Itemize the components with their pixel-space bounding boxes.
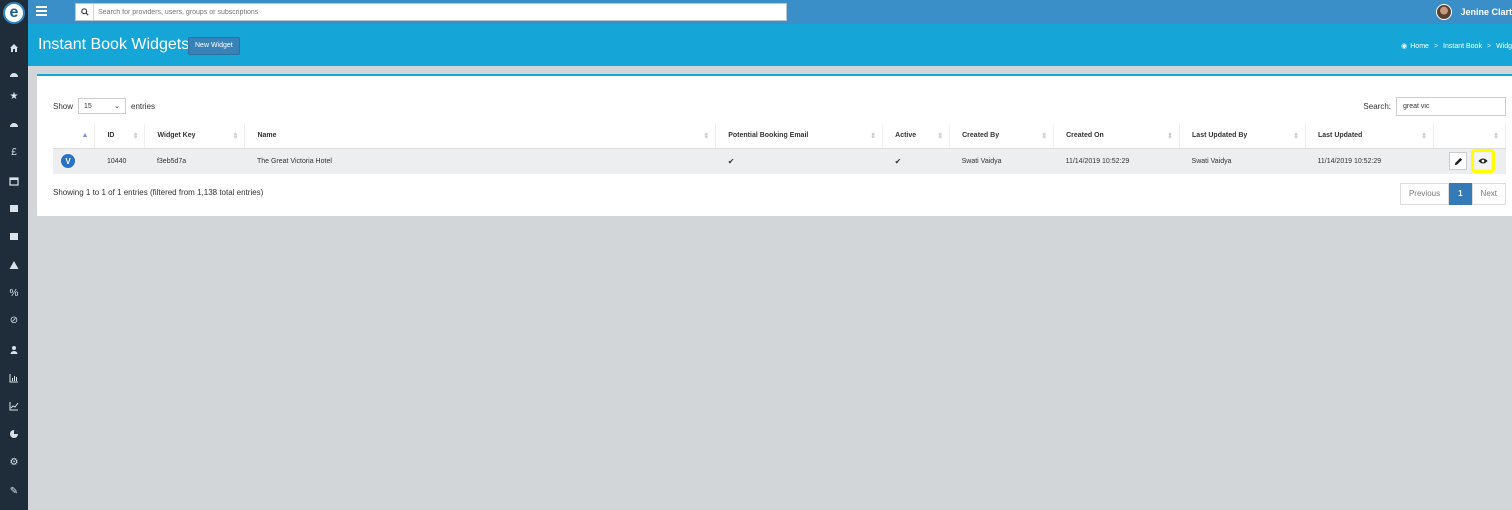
- column-header-expand[interactable]: ▲: [53, 124, 96, 149]
- cell-name: The Great Victoria Hotel: [244, 148, 716, 174]
- sort-icon: ⇕: [132, 133, 139, 140]
- sort-icon: ⇕: [1421, 133, 1427, 140]
- breadcrumb-current: Widg: [1496, 42, 1512, 50]
- column-header-active[interactable]: Active ⇕: [882, 124, 951, 149]
- breadcrumb-separator: >: [1486, 42, 1492, 50]
- cell-created-on: 11/14/2019 10:52:29: [1053, 148, 1180, 174]
- view-button-highlight: [1471, 149, 1496, 174]
- star-icon[interactable]: ★: [0, 89, 28, 105]
- calendar-icon[interactable]: [0, 174, 28, 190]
- sort-icon: ⇕: [1041, 133, 1048, 140]
- sort-icon: ⇕: [1293, 133, 1299, 140]
- column-header-last-updated-by[interactable]: Last Updated By ⇕: [1179, 124, 1306, 149]
- calendar-icon[interactable]: [0, 229, 28, 245]
- column-header-widget-key[interactable]: Widget Key ⇕: [144, 124, 246, 149]
- global-search-input[interactable]: [98, 6, 778, 18]
- cell-actions: [1433, 148, 1506, 174]
- search-icon[interactable]: [76, 4, 94, 20]
- breadcrumb: ◉ Home > Instant Book > Widg: [1401, 42, 1512, 51]
- global-search: [75, 3, 787, 21]
- dashboard-icon[interactable]: [0, 67, 28, 83]
- calendar-icon[interactable]: [0, 201, 28, 217]
- entries-length-control: Show 15 ⌄ entries: [53, 98, 155, 114]
- column-header-potential-booking-email[interactable]: Potential Booking Email ⇕: [715, 124, 884, 149]
- warning-icon[interactable]: [0, 258, 28, 274]
- table-search-input[interactable]: [1396, 97, 1506, 116]
- sort-icon: ⇕: [870, 133, 877, 140]
- user-menu[interactable]: Jenine Clart: [1436, 3, 1512, 21]
- sort-icon: ⇕: [1493, 133, 1499, 140]
- ban-icon[interactable]: ⊘: [0, 313, 28, 329]
- sort-icon: ⇕: [937, 133, 944, 140]
- sort-icon: ⇕: [703, 133, 710, 140]
- chevron-down-icon: ⌄: [114, 103, 121, 110]
- row-expand-cell[interactable]: V: [53, 148, 95, 174]
- cell-created-by: Swati Vaidya: [949, 148, 1054, 174]
- table-search-control: Search:: [1363, 97, 1506, 116]
- view-button[interactable]: [1475, 153, 1492, 170]
- table-header-row: ▲ ID ⇕ Widget Key ⇕ Name ⇕ Potential Bookin…: [53, 124, 1507, 149]
- table-info: Showing 1 to 1 of 1 entries (filtered fr…: [53, 188, 264, 197]
- chart-line-icon[interactable]: [0, 399, 28, 415]
- cell-potential-booking-email: ✔: [715, 148, 883, 174]
- page-title: Instant Book Widgets: [38, 36, 190, 53]
- sort-icon: ⇕: [232, 133, 239, 140]
- previous-page-button[interactable]: Previous: [1399, 183, 1450, 205]
- app-logo[interactable]: e: [3, 2, 25, 24]
- dashboard-icon: ◉: [1401, 43, 1408, 50]
- breadcrumb-home[interactable]: Home: [1410, 43, 1429, 50]
- username[interactable]: Jenine Clart: [1460, 7, 1512, 17]
- percent-icon[interactable]: %: [0, 286, 28, 302]
- column-header-last-updated[interactable]: Last Updated ⇕: [1305, 124, 1434, 149]
- page-button[interactable]: 1: [1449, 183, 1472, 205]
- cell-active: ✔: [882, 148, 950, 174]
- cell-widget-key: f3eb5d7a: [144, 148, 245, 174]
- entries-select-value: 15: [84, 102, 92, 110]
- next-page-button[interactable]: Next: [1471, 183, 1506, 205]
- column-header-name[interactable]: Name ⇕: [244, 124, 717, 149]
- column-header-actions[interactable]: ⇕: [1433, 124, 1507, 149]
- sidebar: e ★ £ % ⊘ ⚙ ✎: [0, 0, 28, 510]
- eye-icon: [1478, 158, 1488, 164]
- pie-chart-icon[interactable]: [0, 427, 28, 443]
- sort-icon: ⇕: [1167, 133, 1174, 140]
- pagination: Previous 1 Next: [1399, 183, 1506, 205]
- pencil-icon: [1454, 157, 1463, 165]
- show-label: Show: [53, 101, 74, 111]
- top-bar: Jenine Clart: [28, 0, 1512, 24]
- entries-label: entries: [131, 101, 156, 111]
- widgets-panel: Show 15 ⌄ entries Search: ▲ ID⇕ Widget K…: [37, 74, 1512, 216]
- tachometer-icon[interactable]: [0, 117, 28, 133]
- breadcrumb-separator: >: [1433, 42, 1439, 50]
- avatar[interactable]: [1436, 4, 1453, 20]
- home-icon[interactable]: [0, 41, 28, 57]
- row-badge[interactable]: V: [61, 154, 75, 169]
- table-search-label: Search:: [1363, 102, 1391, 111]
- menu-toggle-icon[interactable]: [36, 6, 47, 16]
- chart-bar-icon[interactable]: [0, 371, 28, 387]
- breadcrumb-instant-book[interactable]: Instant Book: [1443, 43, 1482, 50]
- edit-button[interactable]: [1449, 152, 1468, 171]
- widgets-table: ▲ ID ⇕ Widget Key ⇕ Name ⇕ Potential Bookin…: [53, 124, 1507, 174]
- page-header: Instant Book Widgets New Widget ◉ Home >…: [28, 24, 1512, 66]
- column-header-created-on[interactable]: Created On ⇕: [1053, 124, 1181, 149]
- table-row[interactable]: V 10440 f3eb5d7a The Great Victoria Hote…: [53, 148, 1506, 174]
- column-header-id[interactable]: ID ⇕: [94, 124, 146, 149]
- pencil-icon[interactable]: ✎: [0, 484, 28, 500]
- column-header-created-by[interactable]: Created By ⇕: [949, 124, 1055, 149]
- user-icon[interactable]: [0, 343, 28, 359]
- cell-last-updated-by: Swati Vaidya: [1179, 148, 1306, 174]
- entries-select[interactable]: 15 ⌄: [78, 98, 127, 114]
- cogs-icon[interactable]: ⚙: [0, 455, 28, 471]
- pound-icon[interactable]: £: [0, 145, 28, 161]
- sort-asc-icon: ▲: [81, 132, 89, 139]
- cell-last-updated: 11/14/2019 10:52:29: [1305, 148, 1434, 174]
- cell-id: 10440: [94, 148, 145, 174]
- new-widget-button[interactable]: New Widget: [188, 37, 240, 55]
